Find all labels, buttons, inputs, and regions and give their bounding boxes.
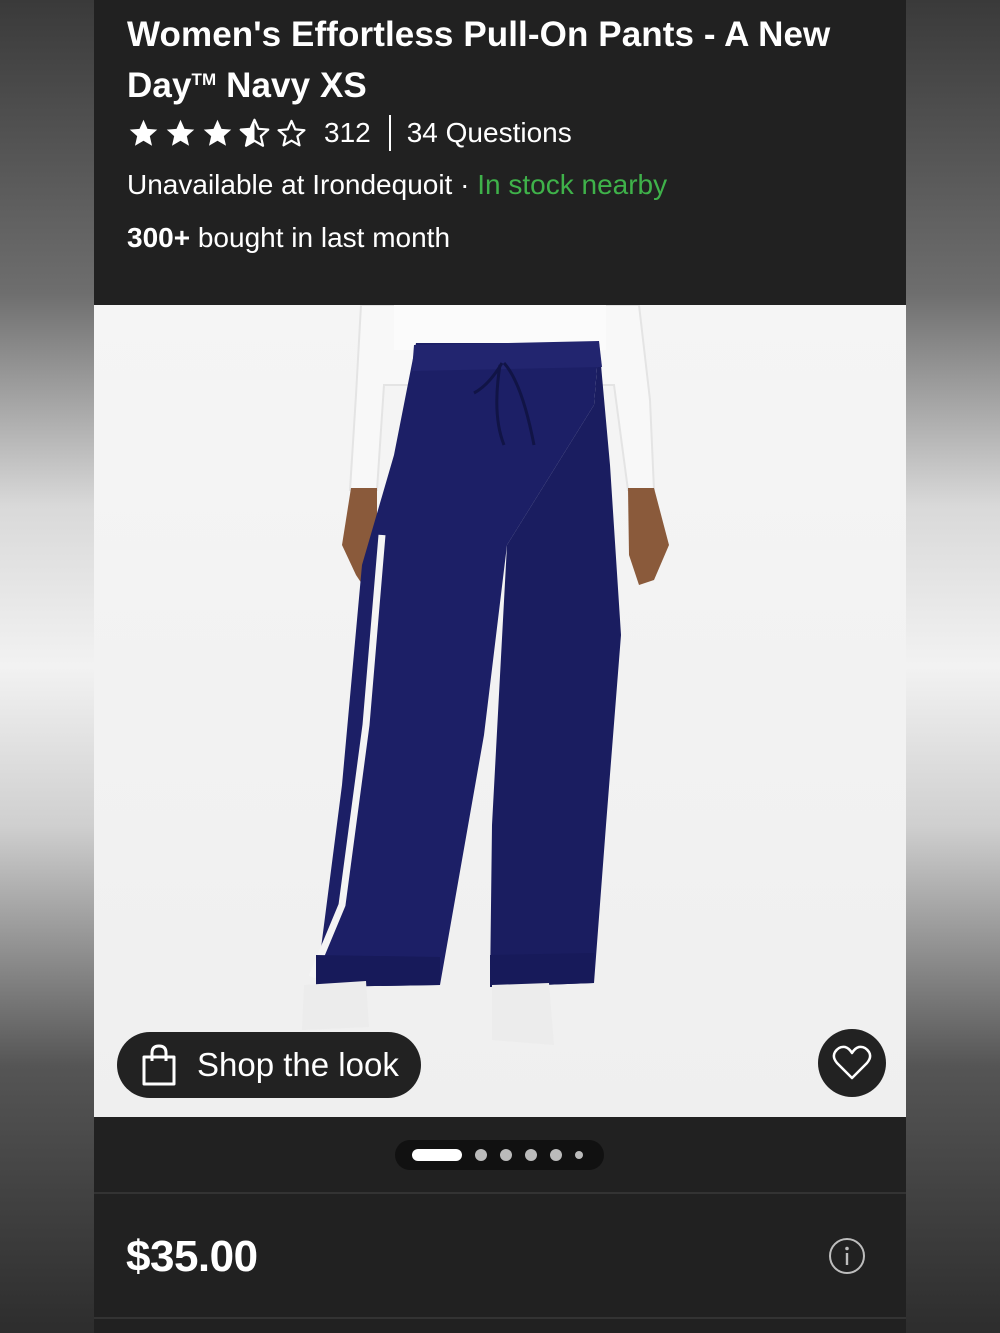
star-full-icon	[166, 119, 195, 146]
questions-link[interactable]: 34 Questions	[407, 117, 572, 149]
product-title: Women's Effortless Pull-On Pants - A New…	[127, 12, 847, 108]
star-rating	[127, 117, 308, 150]
trademark-symbol: TM	[191, 70, 217, 89]
star-half-icon	[239, 118, 270, 147]
nearby-stock-link[interactable]: In stock nearby	[477, 169, 667, 200]
page-indicator[interactable]	[575, 1151, 583, 1159]
star-full-icon	[203, 119, 232, 146]
shopping-bag-icon	[142, 1044, 176, 1086]
availability-separator: ·	[452, 169, 478, 200]
favorite-button[interactable]	[818, 1029, 886, 1097]
heart-icon	[832, 1045, 872, 1080]
product-page: Women's Effortless Pull-On Pants - A New…	[94, 0, 906, 1333]
carousel-pagination[interactable]	[395, 1140, 604, 1170]
purchase-count-number: 300+	[127, 222, 191, 253]
backdrop-right	[906, 0, 1000, 1333]
product-image-carousel[interactable]: Shop the look	[94, 305, 906, 1117]
shop-the-look-button[interactable]: Shop the look	[117, 1032, 421, 1098]
product-title-tail: Navy XS	[216, 66, 367, 105]
price: $35.00	[126, 1232, 258, 1281]
shop-the-look-label: Shop the look	[197, 1046, 399, 1083]
page-indicator[interactable]	[500, 1149, 512, 1161]
page-indicator[interactable]	[550, 1149, 562, 1161]
purchase-count: 300+ bought in last month	[127, 218, 450, 258]
page-indicator-active[interactable]	[412, 1149, 462, 1161]
section-divider	[94, 1317, 906, 1319]
page-indicator[interactable]	[525, 1149, 537, 1161]
rating-divider	[388, 115, 391, 151]
star-full-icon	[129, 119, 158, 146]
info-icon[interactable]	[828, 1237, 866, 1275]
section-divider	[94, 1192, 906, 1194]
availability: Unavailable at Irondequoit · In stock ne…	[127, 165, 667, 205]
backdrop-left	[0, 0, 94, 1333]
store-availability[interactable]: Unavailable at Irondequoit	[127, 169, 452, 200]
star-empty-icon	[277, 119, 306, 146]
product-photo	[302, 305, 669, 1045]
review-count[interactable]: 312	[324, 117, 371, 149]
rating-row[interactable]: 312 34 Questions	[127, 113, 572, 153]
purchase-count-text: bought in last month	[190, 222, 451, 253]
page-indicator[interactable]	[475, 1149, 487, 1161]
